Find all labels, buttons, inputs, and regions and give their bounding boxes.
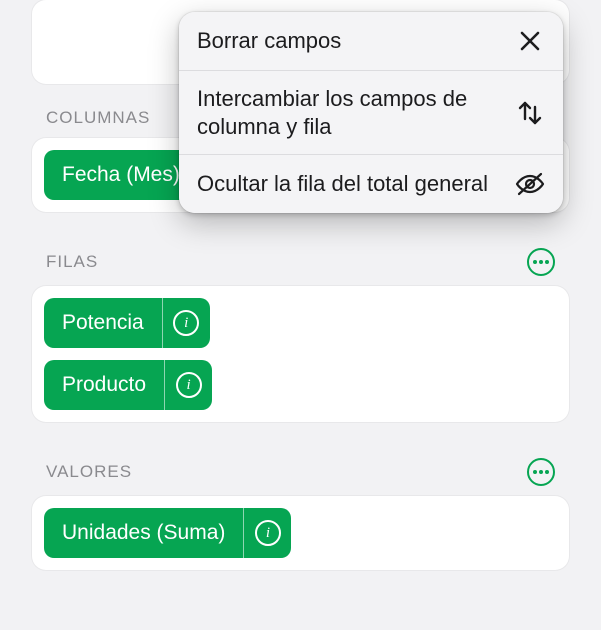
valores-card: Unidades (Suma) i bbox=[32, 496, 569, 570]
popover-item-swap-fields[interactable]: Intercambiar los campos de columna y fil… bbox=[179, 71, 563, 154]
popover-item-label: Ocultar la fila del total general bbox=[197, 170, 497, 198]
field-chip-unidades-suma[interactable]: Unidades (Suma) i bbox=[44, 508, 291, 558]
popover-item-clear-fields[interactable]: Borrar campos bbox=[179, 12, 563, 70]
field-chip-producto[interactable]: Producto i bbox=[44, 360, 212, 410]
chip-label: Unidades (Suma) bbox=[44, 508, 243, 558]
chip-label: Producto bbox=[44, 360, 164, 410]
section-title-columnas: COLUMNAS bbox=[46, 108, 150, 128]
filas-more-button[interactable] bbox=[527, 248, 555, 276]
info-icon: i bbox=[176, 372, 202, 398]
eye-off-icon bbox=[515, 169, 545, 199]
chip-label: Fecha (Mes) bbox=[44, 150, 198, 200]
more-icon bbox=[533, 470, 549, 474]
columnas-options-popover: Borrar campos Intercambiar los campos de… bbox=[179, 12, 563, 213]
close-icon bbox=[515, 26, 545, 56]
popover-item-label: Intercambiar los campos de columna y fil… bbox=[197, 85, 497, 140]
section-filas: FILAS Potencia i Producto bbox=[32, 248, 569, 422]
field-chip-potencia[interactable]: Potencia i bbox=[44, 298, 210, 348]
section-title-valores: VALORES bbox=[46, 462, 132, 482]
valores-more-button[interactable] bbox=[527, 458, 555, 486]
chip-info-button[interactable]: i bbox=[164, 360, 212, 410]
section-valores: VALORES Unidades (Suma) i bbox=[32, 458, 569, 570]
info-icon: i bbox=[173, 310, 199, 336]
info-icon: i bbox=[255, 520, 281, 546]
popover-item-label: Borrar campos bbox=[197, 27, 497, 55]
more-icon bbox=[533, 260, 549, 264]
chip-info-button[interactable]: i bbox=[162, 298, 210, 348]
filas-card: Potencia i Producto i bbox=[32, 286, 569, 422]
popover-item-hide-grand-total[interactable]: Ocultar la fila del total general bbox=[179, 155, 563, 213]
chip-info-button[interactable]: i bbox=[243, 508, 291, 558]
section-title-filas: FILAS bbox=[46, 252, 98, 272]
chip-label: Potencia bbox=[44, 298, 162, 348]
swap-icon bbox=[515, 98, 545, 128]
